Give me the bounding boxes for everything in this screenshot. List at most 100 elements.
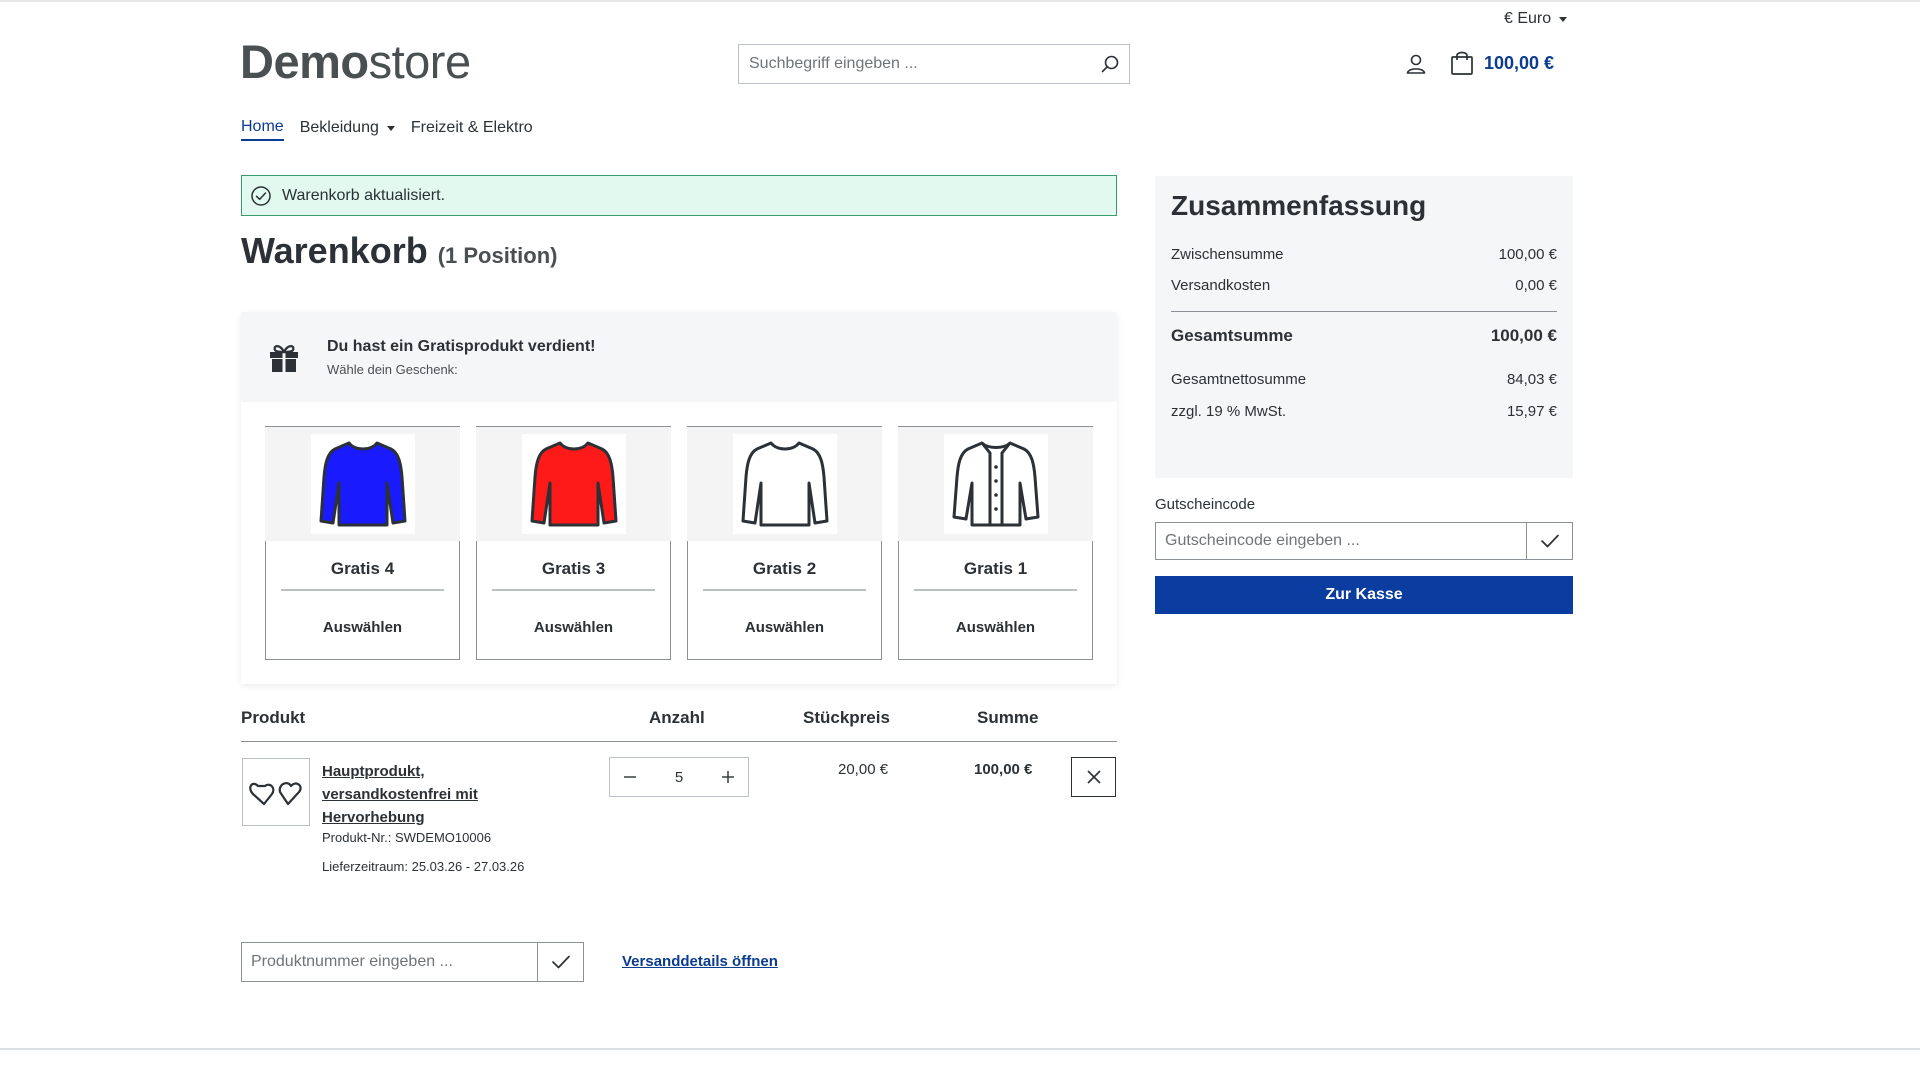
gift-name: Gratis 3 <box>541 559 606 578</box>
main-navigation: Home Bekleidung Freizeit & Elektro <box>241 118 533 141</box>
shipping-value: 0,00 € <box>1515 277 1557 294</box>
gift-card[interactable]: Gratis 1 Auswählen <box>898 426 1093 660</box>
search-icon <box>1101 55 1119 73</box>
gift-title: Du hast ein Gratisprodukt verdient! <box>327 337 596 355</box>
order-summary: Zusammenfassung Zwischensumme 100,00 € V… <box>1155 176 1573 478</box>
column-total: Summe <box>977 708 1039 727</box>
account-button[interactable] <box>1404 52 1430 78</box>
minus-icon <box>624 776 636 778</box>
currency-selector[interactable]: € Euro <box>1504 10 1568 28</box>
jacket-icon <box>952 441 1039 527</box>
product-name-line: Hauptprodukt, <box>322 763 425 780</box>
net-total-label: Gesamtnettosumme <box>1171 371 1307 388</box>
search-input[interactable] <box>739 45 1091 83</box>
alert-message: Warenkorb aktualisiert. <box>282 186 446 204</box>
column-unit-price: Stückpreis <box>803 708 890 727</box>
product-name-line: versandkostenfrei mit <box>322 786 478 803</box>
chevron-down-icon <box>386 125 395 131</box>
nav-item-freizeit-elektro[interactable]: Freizeit & Elektro <box>411 118 533 141</box>
gift-image <box>687 427 882 541</box>
add-product-button[interactable] <box>537 943 583 981</box>
bag-icon <box>1451 51 1473 75</box>
gift-card[interactable]: Gratis 2 Auswählen <box>687 426 882 660</box>
column-quantity: Anzahl <box>649 708 705 727</box>
gift-icon <box>270 345 298 372</box>
hearts-icon <box>249 782 302 806</box>
currency-label: € Euro <box>1504 10 1552 27</box>
product-name-line: Hervorhebung <box>322 809 425 826</box>
user-icon <box>1406 54 1426 74</box>
shipping-label: Versandkosten <box>1171 277 1271 294</box>
shirt-icon <box>741 441 828 527</box>
apply-voucher-button[interactable] <box>1526 523 1572 559</box>
remove-item-button[interactable] <box>1071 757 1116 797</box>
select-gift-button[interactable]: Auswählen <box>534 619 613 636</box>
search-bar <box>738 44 1130 84</box>
gift-image <box>898 427 1093 541</box>
shipping-row: Versandkosten 0,00 € <box>1171 277 1557 294</box>
net-total-value: 84,03 € <box>1506 371 1557 388</box>
chevron-down-icon <box>1559 16 1568 22</box>
divider <box>281 589 444 591</box>
voucher-input[interactable] <box>1156 523 1526 559</box>
cart-total: 100,00 € <box>1484 52 1555 73</box>
nav-item-label: Home <box>241 118 284 135</box>
decrease-button[interactable] <box>610 758 650 796</box>
voucher-label: Gutscheincode <box>1155 496 1256 513</box>
nav-item-home[interactable]: Home <box>241 118 284 141</box>
product-number-form <box>241 942 584 982</box>
checkout-button[interactable]: Zur Kasse <box>1155 576 1573 614</box>
divider <box>914 589 1077 591</box>
subtotal-value: 100,00 € <box>1498 246 1557 263</box>
top-border <box>0 0 1920 2</box>
gift-header: Du hast ein Gratisprodukt verdient! Wähl… <box>241 312 1117 402</box>
checkmark-icon <box>551 955 570 969</box>
close-icon <box>1086 770 1101 784</box>
grand-total-row: Gesamtsumme 100,00 € <box>1171 326 1557 346</box>
select-gift-button[interactable]: Auswählen <box>745 619 824 636</box>
product-name-link[interactable]: Hauptprodukt, versandkostenfrei mit Herv… <box>322 760 522 829</box>
vat-label: zzgl. 19 % MwSt. <box>1171 403 1287 420</box>
voucher-form <box>1155 522 1573 560</box>
increase-button[interactable] <box>708 758 748 796</box>
gift-card[interactable]: Gratis 3 Auswählen <box>476 426 671 660</box>
vat-value: 15,97 € <box>1506 403 1557 420</box>
quantity-stepper: 5 <box>609 757 749 797</box>
divider <box>492 589 655 591</box>
logo-bold: Demo <box>240 35 369 88</box>
quantity-value[interactable]: 5 <box>675 769 683 786</box>
product-number-input[interactable] <box>242 943 537 981</box>
net-total-row: Gesamtnettosumme 84,03 € <box>1171 371 1557 388</box>
shirt-icon <box>319 441 406 527</box>
plus-icon <box>722 771 734 783</box>
product-number: Produkt-Nr.: SWDEMO10006 <box>322 830 492 845</box>
line-total: 100,00 € <box>974 761 1033 778</box>
shirt-icon <box>530 441 617 527</box>
success-alert: Warenkorb aktualisiert. <box>241 175 1117 216</box>
select-gift-button[interactable]: Auswählen <box>323 619 402 636</box>
gift-subtitle: Wähle dein Geschenk: <box>327 361 458 377</box>
cart-button[interactable]: 100,00 € <box>1450 50 1554 76</box>
page-heading: Warenkorb <box>241 230 428 271</box>
search-button[interactable] <box>1091 45 1129 83</box>
nav-item-bekleidung[interactable]: Bekleidung <box>300 118 395 141</box>
cart-table-header: Produkt Anzahl Stückpreis Summe <box>241 708 1117 742</box>
free-gift-section: Du hast ein Gratisprodukt verdient! Wähl… <box>241 312 1117 684</box>
gift-name: Gratis 2 <box>752 559 817 578</box>
gift-text: Du hast ein Gratisprodukt verdient! Wähl… <box>327 338 595 377</box>
unit-price: 20,00 € <box>838 761 889 778</box>
select-gift-button[interactable]: Auswählen <box>956 619 1035 636</box>
gift-image <box>265 427 460 541</box>
grand-total-value: 100,00 € <box>1490 326 1557 345</box>
logo-rest: store <box>368 35 472 88</box>
grand-total-label: Gesamtsumme <box>1171 326 1293 345</box>
vat-row: zzgl. 19 % MwSt. 15,97 € <box>1171 403 1557 420</box>
summary-title: Zusammenfassung <box>1171 190 1427 221</box>
delivery-period: Lieferzeitraum: 25.03.26 - 27.03.26 <box>322 859 525 874</box>
gift-card[interactable]: Gratis 4 Auswählen <box>265 426 460 660</box>
gift-name: Gratis 1 <box>963 559 1028 578</box>
shipping-details-link[interactable]: Versanddetails öffnen <box>622 953 778 970</box>
product-thumbnail[interactable] <box>242 758 310 826</box>
logo[interactable]: Demostore <box>240 34 471 89</box>
position-count: (1 Position) <box>437 243 558 268</box>
